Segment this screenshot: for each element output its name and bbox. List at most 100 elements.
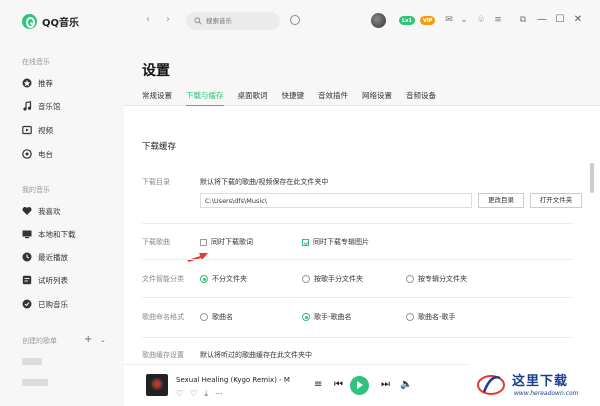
more-icon[interactable]: ⋯	[215, 389, 223, 399]
radio-circle	[406, 313, 414, 321]
sidebar-item-label: 已购音乐	[38, 299, 68, 309]
download-path-field[interactable]: C:\Users\dfs\Music\	[200, 193, 472, 208]
radio-label: 按歌手分文件夹	[314, 275, 363, 283]
cache-desc: 默认将听过的歌曲缓存在此文件夹中	[200, 351, 312, 359]
sidebar-item-label: 音乐馆	[38, 101, 61, 111]
radio-song-artist[interactable]: 歌曲名-歌手	[406, 312, 456, 322]
tab-sound-plugins[interactable]: 音效插件	[318, 90, 348, 101]
tab-network[interactable]: 网络设置	[362, 90, 392, 101]
settings-menu-icon[interactable]: ≡	[492, 14, 504, 26]
level-badge[interactable]: Lv1	[399, 16, 415, 25]
purchased-icon	[22, 299, 32, 309]
sidebar-item-favorites[interactable]: 我喜欢	[22, 204, 61, 218]
close-button[interactable]: ✕	[572, 13, 584, 27]
skin-icon[interactable]: ♧	[475, 14, 487, 26]
radio-label: 歌曲名-歌手	[418, 313, 456, 321]
red-arrow-annotation	[187, 253, 208, 262]
radio-by-artist[interactable]: 按歌手分文件夹	[302, 274, 363, 284]
section-created-playlists: 创建的歌单	[22, 337, 57, 345]
clock-icon	[22, 252, 32, 262]
page-title: 设置	[142, 63, 170, 79]
divider	[142, 297, 574, 298]
sidebar-item-label: 本地和下载	[38, 229, 76, 239]
like-icon[interactable]: ♡	[176, 389, 183, 399]
naming-format-label: 歌曲命名格式	[142, 313, 184, 321]
sidebar-item-label: 我喜欢	[38, 206, 61, 216]
next-icon[interactable]: ⏭	[381, 379, 390, 390]
mini-mode-icon[interactable]: ⧉	[517, 14, 529, 26]
search-input[interactable]	[206, 17, 266, 25]
sidebar-item-music-hall[interactable]: 音乐馆	[22, 99, 61, 113]
heart-icon	[22, 206, 32, 216]
radio-by-album[interactable]: 按专辑分文件夹	[406, 274, 467, 284]
playlist-item-blurred[interactable]	[22, 379, 48, 386]
playlist-item-blurred[interactable]	[22, 358, 42, 365]
radio-circle	[302, 275, 310, 283]
add-playlist-icon[interactable]: +	[84, 334, 92, 345]
maximize-button[interactable]: ☐	[554, 13, 566, 27]
sidebar-item-local-download[interactable]: 本地和下载	[22, 227, 76, 241]
radio-artist-song[interactable]: 歌手-歌曲名	[302, 312, 352, 322]
watermark: 这里下载 www.hereadown.com	[470, 364, 600, 406]
search-icon	[194, 17, 202, 25]
download-dir-desc: 默认将下载的歌曲/视频保存在此文件夹中	[200, 178, 329, 186]
sidebar-item-label: 最近播放	[38, 252, 68, 262]
sidebar: QQ音乐 在线音乐 推荐 音乐馆 视频 电台 我的音乐 我喜欢 本地和下载 最近…	[0, 0, 124, 406]
radio-no-folder[interactable]: 不分文件夹	[200, 274, 247, 284]
radio-icon	[22, 149, 32, 159]
sidebar-item-recent[interactable]: 最近播放	[22, 250, 68, 264]
download-icon[interactable]: ⤓	[204, 389, 208, 399]
sidebar-item-recommend[interactable]: 推荐	[22, 76, 53, 90]
settings-content: 下载缓存 下载目录 默认将下载的歌曲/视频保存在此文件夹中 C:\Users\d…	[124, 107, 600, 364]
previous-icon[interactable]: ⏮	[334, 379, 343, 390]
video-icon	[22, 125, 32, 135]
back-arrow-icon[interactable]: ‹	[146, 14, 150, 25]
mail-icon[interactable]: ✉	[443, 14, 455, 26]
vip-badge[interactable]: VIP	[420, 16, 436, 25]
recommend-icon	[22, 78, 32, 88]
minimize-button[interactable]: —	[536, 13, 548, 27]
download-song-label: 下载歌曲	[142, 238, 170, 246]
tab-general[interactable]: 常规设置	[142, 90, 172, 101]
playlist-mode-icon[interactable]: ≡	[314, 379, 322, 390]
heart-outline-icon[interactable]: ♡	[190, 389, 197, 399]
search-box[interactable]	[186, 12, 280, 30]
avatar[interactable]	[371, 13, 386, 28]
app-logo[interactable]: QQ音乐	[22, 14, 79, 29]
sidebar-item-purchased[interactable]: 已购音乐	[22, 297, 68, 311]
sidebar-item-video[interactable]: 视频	[22, 123, 53, 137]
microphone-icon[interactable]	[290, 15, 300, 25]
watermark-text: 这里下载	[512, 374, 569, 389]
sidebar-item-radio[interactable]: 电台	[22, 147, 53, 161]
tab-audio-device[interactable]: 音频设备	[406, 90, 436, 101]
qq-music-logo-icon	[22, 14, 37, 29]
music-note-icon	[22, 101, 32, 111]
scrollbar[interactable]	[590, 163, 594, 193]
radio-label: 歌手-歌曲名	[314, 313, 352, 321]
tab-desktop-lyrics[interactable]: 桌面歌词	[238, 90, 268, 101]
chevron-down-icon[interactable]: ⌄	[100, 336, 106, 344]
play-button[interactable]	[350, 376, 369, 395]
cache-label: 歌曲缓存设置	[142, 351, 184, 359]
album-cover[interactable]	[146, 374, 168, 396]
sidebar-item-trial-list[interactable]: 试听列表	[22, 273, 68, 287]
section-online-music: 在线音乐	[22, 58, 50, 66]
radio-label: 歌曲名	[212, 313, 233, 321]
radio-label: 按专辑分文件夹	[418, 275, 467, 283]
radio-song-name[interactable]: 歌曲名	[200, 312, 233, 322]
tab-shortcuts[interactable]: 快捷键	[282, 90, 305, 101]
change-directory-button[interactable]: 更改目录	[478, 193, 524, 208]
chevron-down-icon[interactable]: ⌄	[458, 14, 470, 26]
song-title[interactable]: Sexual Healing (Kygo Remix) - M	[176, 376, 290, 384]
sidebar-item-label: 推荐	[38, 78, 53, 88]
download-dir-label: 下载目录	[142, 178, 170, 186]
sidebar-item-label: 视频	[38, 125, 53, 135]
tab-download-cache[interactable]: 下载与缓存	[186, 90, 224, 106]
song-actions: ♡ ♡ ⤓ ⋯	[176, 389, 223, 399]
list-icon	[22, 275, 32, 285]
watermark-url: www.hereadown.com	[514, 390, 579, 397]
volume-icon[interactable]: 🔈	[400, 379, 412, 390]
open-folder-button[interactable]: 打开文件夹	[530, 193, 582, 208]
forward-arrow-icon[interactable]: ›	[166, 14, 170, 25]
section-title: 下载缓存	[142, 142, 177, 152]
